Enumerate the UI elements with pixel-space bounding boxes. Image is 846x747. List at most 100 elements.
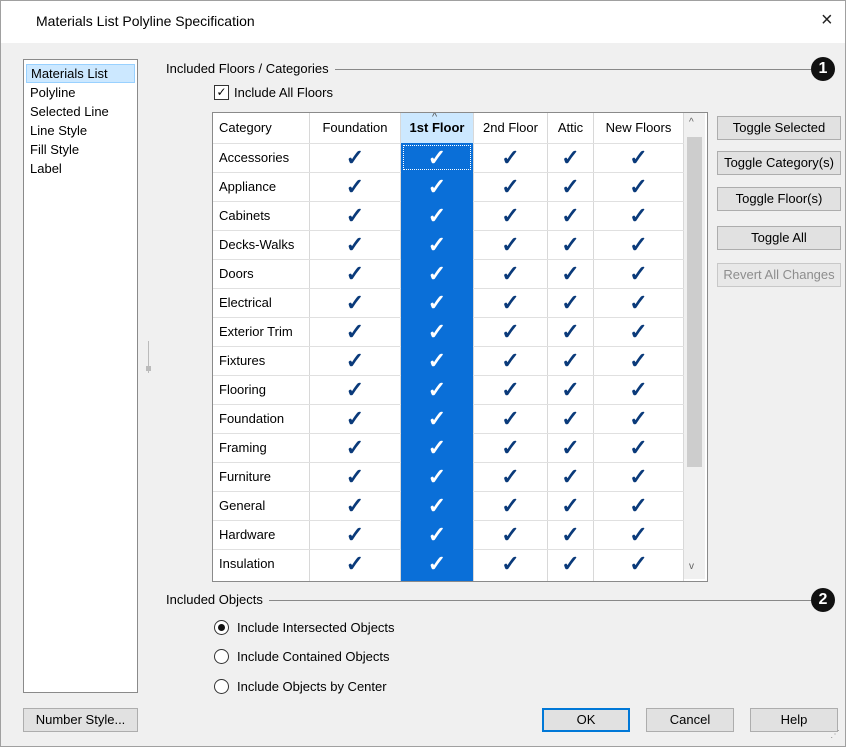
cancel-button[interactable]: Cancel: [646, 708, 734, 732]
category-cell[interactable]: General: [213, 491, 309, 520]
check-icon[interactable]: ✓: [310, 462, 400, 491]
check-icon[interactable]: ✓: [401, 375, 473, 404]
sidebar-item-label[interactable]: Label: [26, 159, 135, 178]
check-icon[interactable]: ✓: [594, 433, 683, 462]
check-icon[interactable]: ✓: [401, 346, 473, 375]
column-header[interactable]: Foundation: [310, 113, 400, 142]
table-row[interactable]: Electrical ✓ ✓ ✓ ✓ ✓: [213, 288, 687, 317]
column-header[interactable]: New Floors: [594, 113, 683, 142]
check-icon[interactable]: ✓: [548, 346, 593, 375]
check-icon[interactable]: ✓: [594, 404, 683, 433]
include-contained-label[interactable]: Include Contained Objects: [237, 649, 389, 664]
ok-button[interactable]: OK: [542, 708, 630, 732]
table-row[interactable]: Decks-Walks ✓ ✓ ✓ ✓ ✓: [213, 230, 687, 259]
check-icon[interactable]: ✓: [310, 433, 400, 462]
sidebar-item-line-style[interactable]: Line Style: [26, 121, 135, 140]
include-contained-radio[interactable]: [214, 649, 229, 664]
column-header[interactable]: Category: [213, 113, 309, 142]
check-icon[interactable]: ✓: [474, 404, 547, 433]
check-icon[interactable]: ✓: [401, 491, 473, 520]
check-icon[interactable]: ✓: [594, 201, 683, 230]
check-icon[interactable]: ✓: [401, 201, 473, 230]
table-row[interactable]: Framing ✓ ✓ ✓ ✓ ✓: [213, 433, 687, 462]
category-cell[interactable]: Decks-Walks: [213, 230, 309, 259]
check-icon[interactable]: ✓: [548, 375, 593, 404]
table-row[interactable]: Fixtures ✓ ✓ ✓ ✓ ✓: [213, 346, 687, 375]
check-icon[interactable]: ✓: [310, 375, 400, 404]
category-cell[interactable]: Furniture: [213, 462, 309, 491]
category-cell[interactable]: Foundation: [213, 404, 309, 433]
check-icon[interactable]: ✓: [401, 433, 473, 462]
toggle-all-button[interactable]: Toggle All: [717, 226, 841, 250]
check-icon[interactable]: ✓: [474, 172, 547, 201]
column-header[interactable]: 2nd Floor: [474, 113, 547, 142]
splitter-grip-icon[interactable]: [146, 366, 151, 371]
check-icon[interactable]: ✓: [474, 433, 547, 462]
sidebar-item-selected-line[interactable]: Selected Line: [26, 102, 135, 121]
table-row[interactable]: Exterior Trim ✓ ✓ ✓ ✓ ✓: [213, 317, 687, 346]
check-icon[interactable]: ✓: [594, 288, 683, 317]
check-icon[interactable]: ✓: [310, 259, 400, 288]
sidebar-item-polyline[interactable]: Polyline: [26, 83, 135, 102]
category-cell[interactable]: Insulation: [213, 549, 309, 578]
table-row[interactable]: Furniture ✓ ✓ ✓ ✓ ✓: [213, 462, 687, 491]
check-icon[interactable]: ✓: [474, 259, 547, 288]
check-icon[interactable]: ✓: [548, 433, 593, 462]
check-icon[interactable]: ✓: [401, 520, 473, 549]
revert-all-changes-button[interactable]: Revert All Changes: [717, 263, 841, 287]
check-icon[interactable]: ✓: [474, 143, 547, 172]
category-cell[interactable]: Fixtures: [213, 346, 309, 375]
check-icon[interactable]: ✓: [548, 172, 593, 201]
include-by-center-radio[interactable]: [214, 679, 229, 694]
sidebar-item-fill-style[interactable]: Fill Style: [26, 140, 135, 159]
category-cell[interactable]: Exterior Trim: [213, 317, 309, 346]
check-icon[interactable]: ✓: [474, 201, 547, 230]
toggle-selected-button[interactable]: Toggle Selected: [717, 116, 841, 140]
check-icon[interactable]: ✓: [594, 259, 683, 288]
check-icon[interactable]: ✓: [310, 346, 400, 375]
scroll-up-icon[interactable]: ^: [689, 117, 694, 128]
check-icon[interactable]: ✓: [594, 346, 683, 375]
check-icon[interactable]: ✓: [594, 520, 683, 549]
check-icon[interactable]: ✓: [474, 230, 547, 259]
include-intersected-label[interactable]: Include Intersected Objects: [237, 620, 395, 635]
check-icon[interactable]: ✓: [474, 317, 547, 346]
check-icon[interactable]: ✓: [548, 317, 593, 346]
check-icon[interactable]: ✓: [548, 230, 593, 259]
table-row[interactable]: Doors ✓ ✓ ✓ ✓ ✓: [213, 259, 687, 288]
include-by-center-label[interactable]: Include Objects by Center: [237, 679, 387, 694]
check-icon[interactable]: ✓: [594, 317, 683, 346]
check-icon[interactable]: ✓: [594, 172, 683, 201]
check-icon[interactable]: ✓: [548, 462, 593, 491]
number-style-button[interactable]: Number Style...: [23, 708, 138, 732]
table-row[interactable]: Hardware ✓ ✓ ✓ ✓ ✓: [213, 520, 687, 549]
check-icon[interactable]: ✓: [594, 143, 683, 172]
check-icon[interactable]: ✓: [310, 172, 400, 201]
check-icon[interactable]: ✓: [594, 375, 683, 404]
toggle-category-button[interactable]: Toggle Category(s): [717, 151, 841, 175]
column-header[interactable]: Attic: [548, 113, 593, 142]
include-all-floors-checkbox[interactable]: ✓: [214, 85, 229, 100]
check-icon[interactable]: ✓: [310, 143, 400, 172]
check-icon[interactable]: ✓: [310, 549, 400, 578]
sidebar-item-materials-list[interactable]: Materials List: [26, 64, 135, 83]
check-icon[interactable]: ✓: [310, 288, 400, 317]
resize-grip-icon[interactable]: ⋰: [830, 729, 840, 740]
check-icon[interactable]: ✓: [594, 491, 683, 520]
category-cell[interactable]: Appliance: [213, 172, 309, 201]
toggle-floor-button[interactable]: Toggle Floor(s): [717, 187, 841, 211]
include-intersected-radio[interactable]: [214, 620, 229, 635]
check-icon[interactable]: ✓: [401, 404, 473, 433]
check-icon[interactable]: ✓: [310, 404, 400, 433]
check-icon[interactable]: ✓: [548, 404, 593, 433]
check-icon[interactable]: ✓: [548, 549, 593, 578]
check-icon[interactable]: ✓: [310, 230, 400, 259]
category-cell[interactable]: Framing: [213, 433, 309, 462]
category-cell[interactable]: Doors: [213, 259, 309, 288]
check-icon[interactable]: ✓: [401, 317, 473, 346]
category-cell[interactable]: Electrical: [213, 288, 309, 317]
category-cell[interactable]: Flooring: [213, 375, 309, 404]
check-icon[interactable]: ✓: [474, 520, 547, 549]
close-icon[interactable]: ×: [821, 9, 833, 32]
category-cell[interactable]: Cabinets: [213, 201, 309, 230]
